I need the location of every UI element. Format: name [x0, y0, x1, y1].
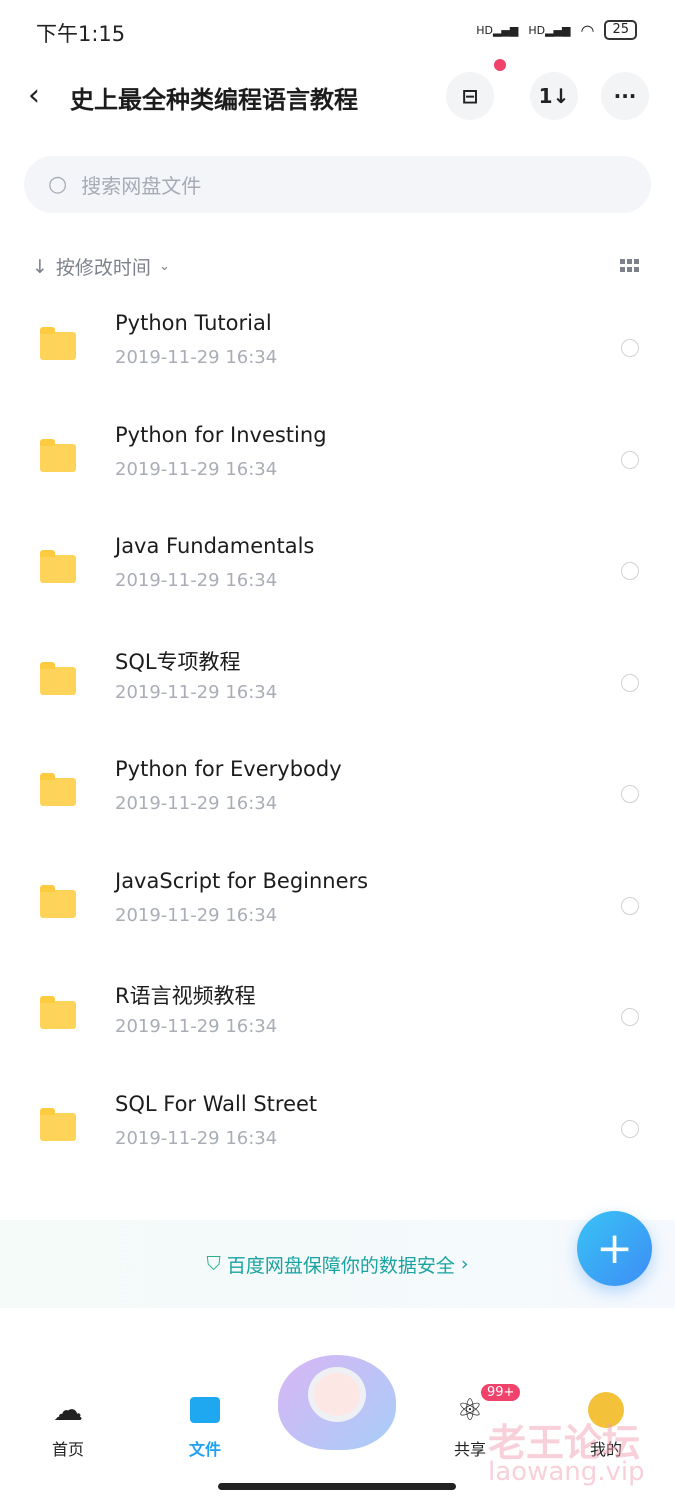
more-button[interactable]: ··· — [601, 72, 649, 120]
file-row[interactable]: Python for Investing 2019-11-29 16:34 — [0, 410, 675, 521]
file-date: 2019-11-29 16:34 — [115, 1016, 278, 1037]
search-placeholder: 搜索网盘文件 — [81, 174, 202, 198]
file-date: 2019-11-29 16:34 — [115, 904, 278, 926]
banner-text: 百度网盘保障你的数据安全 — [226, 1254, 455, 1277]
status-time: 下午1:15 — [36, 22, 126, 46]
file-row[interactable]: Python for Everybody 2019-11-29 16:34 — [0, 744, 675, 855]
file-date: 2019-11-29 16:34 — [115, 347, 278, 368]
file-row[interactable]: JavaScript for Beginners 2019-11-29 16:3… — [0, 856, 675, 967]
archive-button[interactable]: ⊟ — [446, 72, 494, 120]
folder-icon — [40, 1107, 76, 1141]
file-name: SQL For Wall Street — [115, 1091, 318, 1116]
nav-files-label: 文件 — [188, 1440, 221, 1459]
chevron-right-icon: › — [460, 1253, 469, 1275]
folder-icon — [40, 327, 76, 360]
nav-home-label: 首页 — [51, 1440, 84, 1459]
status-icons: HD▂▄▆ HD▂▄▆ ◠ 25 — [476, 20, 637, 40]
file-row[interactable]: R语言视频教程 2019-11-29 16:34 — [0, 967, 675, 1078]
file-name: Java Fundamentals — [115, 534, 315, 558]
wifi-icon: ◠ — [580, 20, 595, 40]
sort-icon: 1↓ — [538, 84, 570, 108]
sort-label: 按修改时间 — [55, 257, 151, 279]
file-name: Python for Investing — [115, 422, 327, 447]
chevron-down-icon: ⌄ — [158, 259, 170, 274]
battery-indicator: 25 — [604, 20, 637, 40]
arrow-down-icon: ↓ — [32, 255, 48, 278]
archive-icon: ⊟ — [461, 84, 479, 108]
sort-dropdown[interactable]: ↓ 按修改时间 ⌄ — [32, 253, 170, 280]
file-row[interactable]: SQL For Wall Street 2019-11-29 16:34 — [0, 1079, 675, 1190]
file-name: Python for Everybody — [115, 757, 342, 781]
watermark-url: laowang.vip — [488, 1457, 645, 1487]
folder-icon — [40, 550, 76, 583]
file-name: SQL专项教程 — [115, 649, 241, 674]
cloud-icon: ☁ — [53, 1392, 83, 1428]
select-checkbox[interactable] — [621, 450, 639, 469]
folder-icon — [190, 1397, 220, 1423]
more-icon: ··· — [613, 84, 637, 108]
folder-icon — [40, 438, 76, 472]
nav-home[interactable]: ☁ 首页 — [18, 1390, 118, 1460]
search-input[interactable]: ○ 搜索网盘文件 — [24, 156, 651, 213]
security-banner[interactable]: ⛉ 百度网盘保障你的数据安全 › — [0, 1220, 675, 1308]
select-checkbox[interactable] — [621, 339, 639, 357]
signal-icon: HD▂▄▆ — [528, 23, 571, 37]
plus-icon: + — [596, 1223, 633, 1274]
file-date: 2019-11-29 16:34 — [115, 570, 278, 591]
select-checkbox[interactable] — [621, 1119, 639, 1138]
page-title: 史上最全种类编程语言教程 — [70, 86, 358, 114]
file-date: 2019-11-29 16:34 — [115, 793, 278, 814]
select-checkbox[interactable] — [621, 562, 639, 580]
mascot-face — [308, 1367, 366, 1422]
folder-icon — [40, 996, 76, 1029]
folder-icon — [40, 773, 76, 806]
notification-dot — [494, 59, 506, 71]
back-button[interactable]: ‹ — [28, 78, 40, 113]
file-name: R语言视频教程 — [115, 984, 256, 1008]
share-badge: 99+ — [481, 1384, 521, 1401]
mascot-button[interactable] — [278, 1355, 396, 1450]
select-checkbox[interactable] — [621, 1008, 639, 1026]
add-button[interactable]: + — [577, 1211, 652, 1286]
file-row[interactable]: Python Tutorial 2019-11-29 16:34 — [0, 298, 675, 409]
file-row[interactable]: Java Fundamentals 2019-11-29 16:34 — [0, 521, 675, 632]
home-indicator[interactable] — [218, 1483, 456, 1490]
signal-icon: HD▂▄▆ — [476, 23, 519, 37]
file-date: 2019-11-29 16:34 — [115, 1127, 278, 1149]
nav-files[interactable]: 文件 — [155, 1390, 255, 1460]
file-date: 2019-11-29 16:34 — [115, 681, 278, 703]
file-name: Python Tutorial — [115, 311, 272, 335]
grid-view-icon[interactable] — [620, 259, 640, 273]
select-checkbox[interactable] — [621, 785, 639, 803]
shield-icon: ⛉ — [206, 1253, 221, 1275]
file-name: JavaScript for Beginners — [115, 868, 369, 893]
file-date: 2019-11-29 16:34 — [115, 458, 278, 480]
search-icon: ○ — [48, 172, 68, 197]
folder-icon — [40, 661, 76, 695]
sort-button[interactable]: 1↓ — [530, 72, 578, 120]
select-checkbox[interactable] — [621, 673, 639, 692]
file-row[interactable]: SQL专项教程 2019-11-29 16:34 — [0, 633, 675, 744]
folder-icon — [40, 884, 76, 918]
select-checkbox[interactable] — [621, 896, 639, 915]
